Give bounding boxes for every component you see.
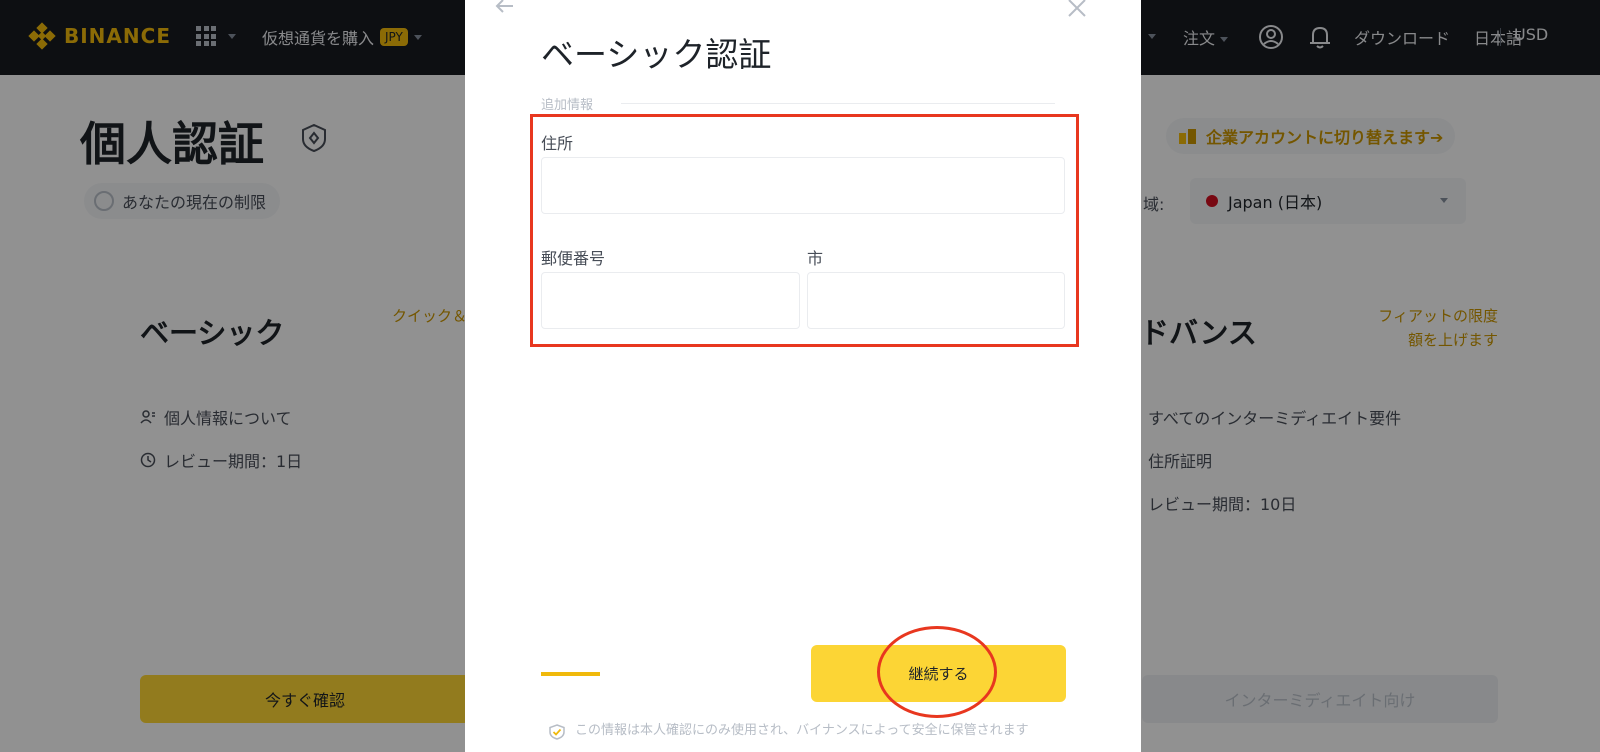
continue-button[interactable]: 継続する bbox=[811, 645, 1066, 702]
privacy-note: この情報は本人確認にのみ使用され、バイナンスによって安全に保管されます bbox=[575, 723, 1029, 738]
address-input[interactable] bbox=[541, 157, 1065, 214]
close-icon[interactable] bbox=[1065, 0, 1089, 20]
shield-check-icon bbox=[549, 724, 565, 740]
postal-code-label: 郵便番号 bbox=[541, 249, 606, 268]
address-label: 住所 bbox=[541, 134, 574, 153]
step-progress-bar bbox=[541, 672, 600, 676]
section-label: 追加情報 bbox=[541, 98, 594, 113]
postal-code-input[interactable] bbox=[541, 272, 800, 329]
section-divider bbox=[621, 103, 1055, 104]
modal-title: ベーシック認証 bbox=[541, 35, 772, 74]
city-label: 市 bbox=[807, 249, 824, 268]
back-arrow-icon[interactable] bbox=[493, 0, 517, 18]
basic-verification-modal: ベーシック認証 追加情報 住所 郵便番号 市 継続する この情報は本人確認にのみ… bbox=[465, 0, 1141, 752]
city-input[interactable] bbox=[807, 272, 1065, 329]
